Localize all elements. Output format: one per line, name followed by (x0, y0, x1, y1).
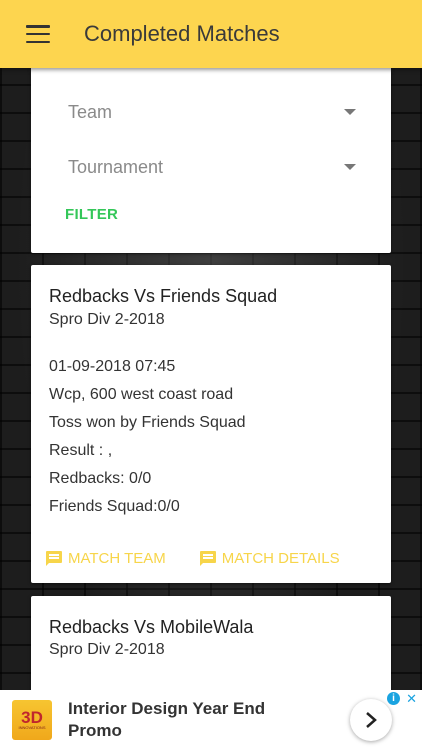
team-dropdown-label: Team (68, 101, 113, 122)
match-actions: MATCH TEAM MATCH DETAILS (46, 550, 340, 567)
match-score-a: Redbacks: 0/0 (49, 470, 152, 487)
match-toss: Toss won by Friends Squad (49, 414, 246, 431)
filter-card: Team Tournament FILTER (31, 68, 391, 253)
ad-text: Interior Design Year End Promo (68, 699, 266, 740)
page-title: Completed Matches (84, 21, 280, 46)
match-title: Redbacks Vs MobileWala (49, 617, 254, 637)
match-venue: Wcp, 600 west coast road (49, 386, 234, 403)
match-tournament: Spro Div 2-2018 (49, 311, 165, 328)
dropdown-arrow-icon (344, 109, 356, 115)
match-team-label: MATCH TEAM (68, 550, 166, 567)
ad-banner[interactable]: 3D INNOVATIONS Interior Design Year End … (0, 690, 422, 750)
match-score-b: Friends Squad:0/0 (49, 498, 180, 515)
match-result: Result : , (49, 442, 113, 459)
team-dropdown[interactable]: Team (68, 97, 360, 127)
chevron-right-icon (366, 712, 377, 728)
match-title: Redbacks Vs Friends Squad (49, 286, 278, 306)
match-card[interactable]: Redbacks Vs Friends Squad Spro Div 2-201… (31, 265, 391, 583)
info-icon[interactable]: i (387, 692, 400, 705)
match-details-button[interactable]: MATCH DETAILS (199, 550, 340, 567)
match-team-button[interactable]: MATCH TEAM (46, 550, 166, 567)
message-icon (199, 551, 216, 566)
message-icon (46, 551, 62, 566)
ad-logo: 3D INNOVATIONS (12, 700, 52, 740)
filter-button[interactable]: FILTER (65, 206, 118, 223)
tournament-dropdown-label: Tournament (68, 156, 164, 177)
app-bar: Completed Matches (0, 0, 422, 68)
match-datetime: 01-09-2018 07:45 (49, 358, 176, 375)
dropdown-arrow-icon (344, 164, 356, 170)
close-icon[interactable]: ✕ (406, 691, 417, 707)
match-tournament: Spro Div 2-2018 (49, 641, 165, 658)
tournament-dropdown[interactable]: Tournament (68, 152, 360, 182)
match-details-label: MATCH DETAILS (221, 550, 340, 567)
menu-icon[interactable] (26, 25, 50, 43)
ad-open-button[interactable] (350, 699, 392, 741)
